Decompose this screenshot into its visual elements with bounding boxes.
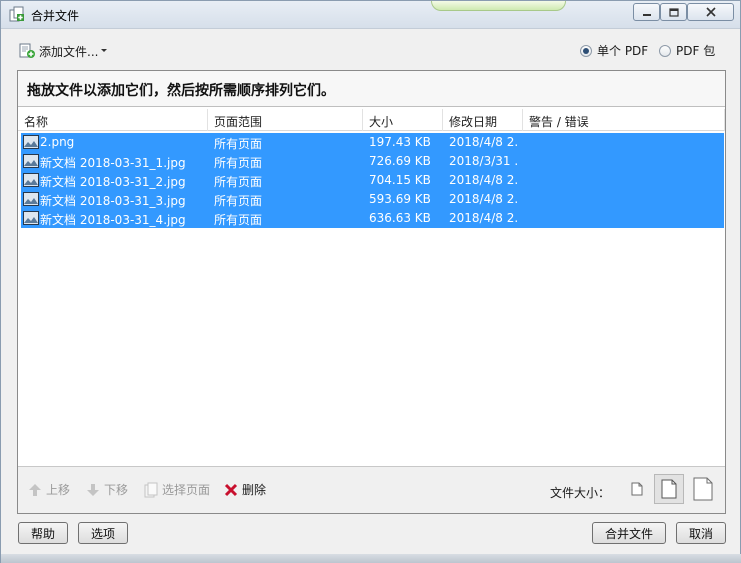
file-page-range: 所有页面 xyxy=(214,137,263,151)
add-files-label: 添加文件... xyxy=(39,44,99,59)
file-modified-date: 2018/4/8 2... xyxy=(449,135,519,149)
file-name: 新文档 2018-03-31_1.jpg xyxy=(40,156,186,170)
add-file-icon xyxy=(19,43,35,58)
minimize-icon xyxy=(642,14,651,16)
file-page-range: 所有页面 xyxy=(214,194,263,208)
maximize-button[interactable] xyxy=(660,3,687,21)
select-pages-label: 选择页面 xyxy=(162,483,211,497)
window-title: 合并文件 xyxy=(31,9,80,23)
file-list-panel: 拖放文件以添加它们，然后按所需顺序排列它们。 名称 页面范围 大小 修改日期 警… xyxy=(17,70,726,514)
delete-x-icon xyxy=(224,483,238,496)
file-size-label: 文件大小： xyxy=(550,486,611,500)
file-size: 197.43 KB xyxy=(369,135,431,149)
image-file-icon xyxy=(23,135,39,149)
move-up-label: 上移 xyxy=(46,483,71,497)
file-modified-date: 2018/4/8 2... xyxy=(449,192,519,206)
image-file-icon xyxy=(23,154,39,168)
column-header-row: 名称 页面范围 大小 修改日期 警告 / 错误 xyxy=(18,109,725,131)
image-file-icon xyxy=(23,192,39,206)
options-button[interactable]: 选项 xyxy=(78,522,128,544)
file-name: 新文档 2018-03-31_4.jpg xyxy=(40,213,186,227)
minimize-button[interactable] xyxy=(633,3,660,21)
add-files-button[interactable]: 添加文件... xyxy=(19,41,108,61)
title-bar[interactable]: 合并文件 xyxy=(1,1,740,29)
delete-label: 删除 xyxy=(242,483,267,497)
file-name: 新文档 2018-03-31_3.jpg xyxy=(40,194,186,208)
cancel-button[interactable]: 取消 xyxy=(676,522,726,544)
radio-unselected-indicator xyxy=(659,44,671,57)
file-size-small-option[interactable] xyxy=(622,474,652,504)
small-page-icon xyxy=(631,482,643,496)
merge-files-icon xyxy=(9,6,25,22)
column-header-size[interactable]: 大小 xyxy=(363,109,443,131)
move-down-label: 下移 xyxy=(104,483,129,497)
file-size: 704.15 KB xyxy=(369,173,431,187)
delete-button[interactable]: 删除 xyxy=(224,481,266,498)
radio-selected-indicator xyxy=(580,44,592,57)
close-button[interactable] xyxy=(687,3,734,21)
file-size: 593.69 KB xyxy=(369,192,431,206)
file-size: 636.63 KB xyxy=(369,211,431,225)
column-header-modified-date[interactable]: 修改日期 xyxy=(443,109,523,131)
file-modified-date: 2018/3/31 ... xyxy=(449,154,519,168)
select-pages-button[interactable]: 选择页面 xyxy=(144,481,210,498)
file-row[interactable]: 新文档 2018-03-31_1.jpg 所有页面 726.69 KB 2018… xyxy=(21,152,724,171)
single-pdf-radio[interactable]: 单个 PDF xyxy=(580,42,648,59)
file-row[interactable]: 2.png 所有页面 197.43 KB 2018/4/8 2... xyxy=(21,133,724,152)
pdf-package-radio[interactable]: PDF 包 xyxy=(659,42,715,59)
file-size: 726.69 KB xyxy=(369,154,431,168)
arrow-down-icon xyxy=(87,483,99,496)
file-row[interactable]: 新文档 2018-03-31_2.jpg 所有页面 704.15 KB 2018… xyxy=(21,171,724,190)
image-file-icon xyxy=(23,211,39,225)
file-modified-date: 2018/4/8 2... xyxy=(449,173,519,187)
file-page-range: 所有页面 xyxy=(214,213,263,227)
pdf-package-label: PDF 包 xyxy=(676,44,716,58)
maximize-icon xyxy=(668,7,679,17)
background-strip xyxy=(1,554,741,563)
drop-hint: 拖放文件以添加它们，然后按所需顺序排列它们。 xyxy=(18,71,725,107)
title-decoration xyxy=(431,1,566,11)
pages-icon xyxy=(144,482,158,497)
medium-page-icon xyxy=(661,479,677,499)
file-size-medium-option[interactable] xyxy=(654,474,684,504)
file-size-large-option[interactable] xyxy=(688,474,718,504)
arrow-up-icon xyxy=(29,483,41,496)
file-row[interactable]: 新文档 2018-03-31_4.jpg 所有页面 636.63 KB 2018… xyxy=(21,209,724,228)
file-page-range: 所有页面 xyxy=(214,156,263,170)
merge-files-button[interactable]: 合并文件 xyxy=(592,522,666,544)
close-icon xyxy=(705,7,716,17)
file-page-range: 所有页面 xyxy=(214,175,263,189)
file-modified-date: 2018/4/8 2... xyxy=(449,211,519,225)
list-tools-bar: 上移 下移 选择页面 删除 文件大小： xyxy=(18,466,725,513)
column-header-warnings[interactable]: 警告 / 错误 xyxy=(523,109,725,131)
file-row[interactable]: 新文档 2018-03-31_3.jpg 所有页面 593.69 KB 2018… xyxy=(21,190,724,209)
column-header-page-range[interactable]: 页面范围 xyxy=(208,109,363,131)
image-file-icon xyxy=(23,173,39,187)
column-header-name[interactable]: 名称 xyxy=(18,109,208,131)
merge-files-window: 合并文件 添加文件... 单个 PDF PDF 包 拖放文件以添加它们，然后按所… xyxy=(0,0,741,563)
single-pdf-label: 单个 PDF xyxy=(597,44,649,58)
file-rows: 2.png 所有页面 197.43 KB 2018/4/8 2... 新文档 2… xyxy=(21,133,724,228)
move-up-button[interactable]: 上移 xyxy=(28,481,70,498)
file-name: 新文档 2018-03-31_2.jpg xyxy=(40,175,186,189)
help-button[interactable]: 帮助 xyxy=(18,522,68,544)
large-page-icon xyxy=(693,477,713,501)
move-down-button[interactable]: 下移 xyxy=(86,481,128,498)
file-name: 2.png xyxy=(40,135,75,149)
chevron-down-icon xyxy=(101,49,108,52)
